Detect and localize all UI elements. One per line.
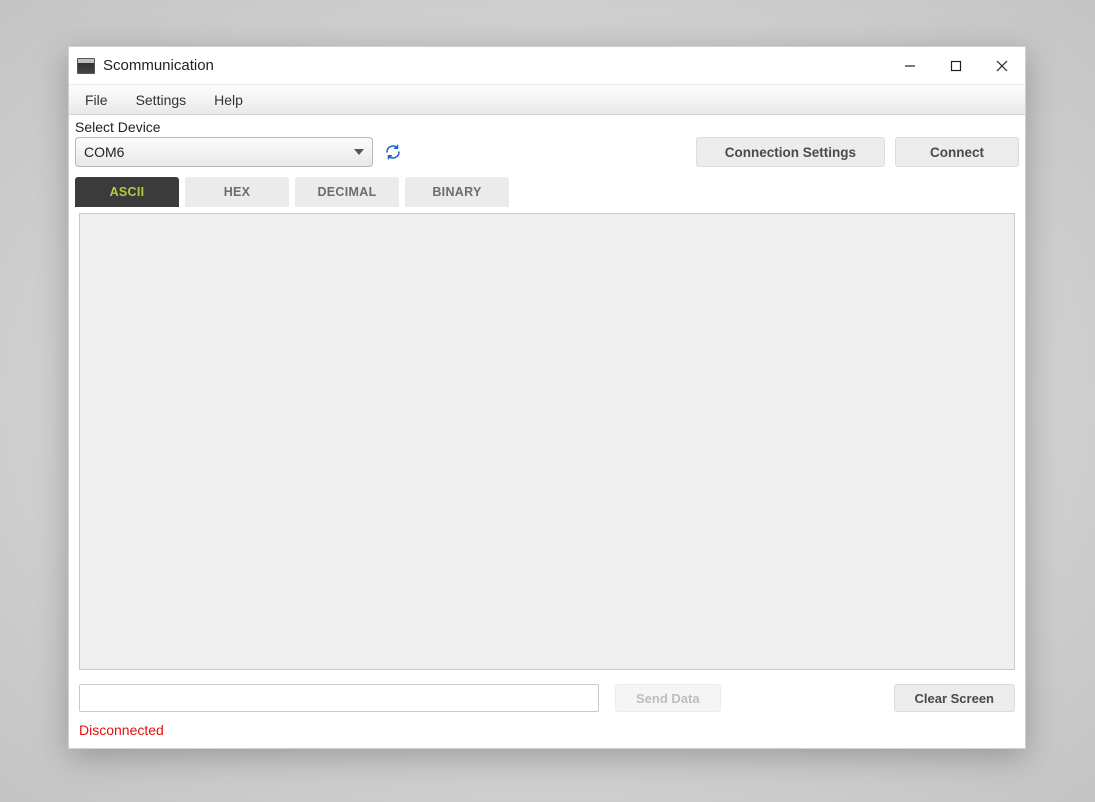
window-controls [887, 47, 1025, 84]
tab-decimal[interactable]: DECIMAL [295, 177, 399, 207]
title-bar: Scommunication [69, 47, 1025, 85]
send-input[interactable] [79, 684, 599, 712]
minimize-icon [904, 60, 916, 72]
refresh-button[interactable] [383, 142, 403, 162]
minimize-button[interactable] [887, 47, 933, 84]
clear-screen-button[interactable]: Clear Screen [894, 684, 1016, 712]
app-icon [77, 58, 95, 74]
app-window: Scommunication File Settings Help Select… [68, 46, 1026, 749]
menu-file[interactable]: File [81, 90, 112, 110]
output-container [69, 207, 1025, 670]
device-select[interactable]: COM6 [75, 137, 373, 167]
send-data-button[interactable]: Send Data [615, 684, 721, 712]
send-row: Send Data Clear Screen [69, 670, 1025, 718]
format-tabs: ASCII HEX DECIMAL BINARY [69, 173, 1025, 207]
refresh-icon [384, 143, 402, 161]
maximize-icon [950, 60, 962, 72]
close-icon [996, 60, 1008, 72]
close-button[interactable] [979, 47, 1025, 84]
select-device-label: Select Device [69, 115, 1025, 137]
tab-hex[interactable]: HEX [185, 177, 289, 207]
window-title: Scommunication [103, 57, 214, 74]
connect-button[interactable]: Connect [895, 137, 1019, 167]
menu-bar: File Settings Help [69, 85, 1025, 115]
tab-ascii[interactable]: ASCII [75, 177, 179, 207]
device-select-value: COM6 [84, 144, 124, 160]
tab-binary[interactable]: BINARY [405, 177, 509, 207]
output-area[interactable] [79, 213, 1015, 670]
connection-status: Disconnected [69, 718, 1025, 748]
menu-help[interactable]: Help [210, 90, 247, 110]
toolbar: COM6 Connection Settings Connect [69, 137, 1025, 173]
connection-settings-button[interactable]: Connection Settings [696, 137, 885, 167]
maximize-button[interactable] [933, 47, 979, 84]
menu-settings[interactable]: Settings [132, 90, 191, 110]
chevron-down-icon [354, 149, 364, 155]
